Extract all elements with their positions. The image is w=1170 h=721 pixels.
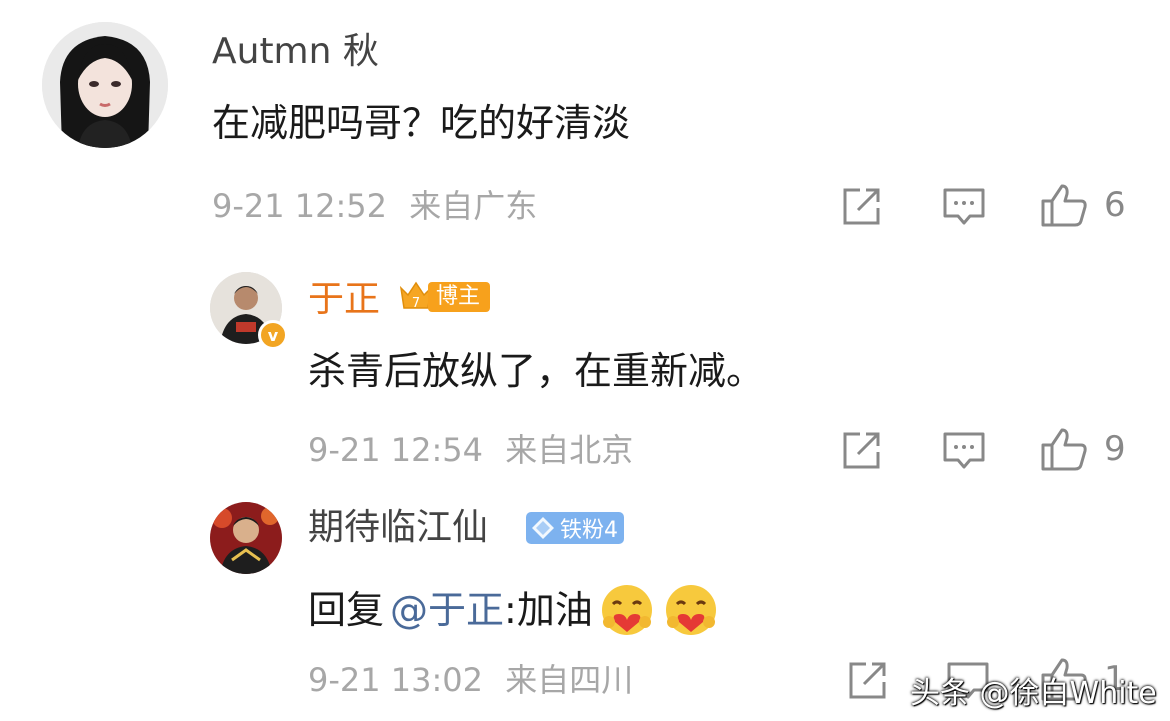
share-button[interactable] (840, 430, 882, 472)
comment-author[interactable]: 期待临江仙 (308, 510, 488, 546)
comment-icon (943, 432, 985, 469)
share-icon (849, 662, 886, 699)
comment-time: 9-21 13:02 (308, 661, 484, 699)
comment-time: 9-21 12:54 (308, 431, 484, 469)
like-count: 6 (1104, 185, 1126, 225)
comment-author[interactable]: Autmn 秋 (212, 34, 379, 70)
like-count: 9 (1104, 429, 1126, 469)
avatar[interactable] (42, 22, 168, 148)
fan-badge: 铁粉4 (526, 512, 624, 544)
comment-author[interactable]: 于正 (308, 282, 380, 318)
comment-location: 来自四川 (505, 661, 634, 699)
like-button[interactable]: 6 (1040, 182, 1126, 228)
comment-meta: 9-21 12:52 来自广东 (212, 190, 537, 222)
share-icon (843, 432, 880, 469)
comment-meta: 9-21 13:02 来自四川 (308, 664, 633, 696)
blogger-badge: 7 博主 (398, 280, 491, 314)
hug-emoji (665, 585, 716, 635)
comment-time: 9-21 12:52 (212, 187, 388, 225)
avatar-image (210, 502, 282, 574)
comment-text: 杀青后放纵了，在重新减。 (308, 349, 765, 393)
reply-prefix: 回复 (308, 588, 385, 632)
watermark: 头条 @徐白White (910, 676, 1157, 711)
like-icon (1041, 184, 1087, 227)
badge-label: 铁粉4 (560, 518, 618, 543)
mention-link[interactable]: @于正 (390, 591, 504, 629)
share-icon (843, 188, 880, 225)
comment-text: 在减肥吗哥？吃的好清淡 (212, 101, 631, 145)
hug-emoji (601, 585, 652, 635)
like-icon (1041, 428, 1087, 471)
comment-button[interactable] (942, 186, 986, 228)
badge-level: 7 (412, 296, 420, 311)
comment-location: 来自广东 (409, 187, 538, 225)
comment-icon (943, 188, 985, 225)
badge-label: 博主 (428, 282, 491, 312)
share-button[interactable] (840, 186, 882, 228)
comment-location: 来自北京 (505, 431, 634, 469)
verified-badge: v (258, 320, 288, 350)
avatar[interactable] (210, 502, 282, 574)
diamond-icon (532, 517, 554, 539)
comment-meta: 9-21 12:54 来自北京 (308, 434, 633, 466)
reply-text: :加油 (504, 588, 593, 632)
comment-text: 回复 @于正 :加油 (308, 582, 719, 638)
avatar-image (42, 22, 168, 148)
like-button[interactable]: 9 (1040, 426, 1126, 472)
comment-button[interactable] (942, 430, 986, 472)
share-button[interactable] (846, 660, 888, 702)
